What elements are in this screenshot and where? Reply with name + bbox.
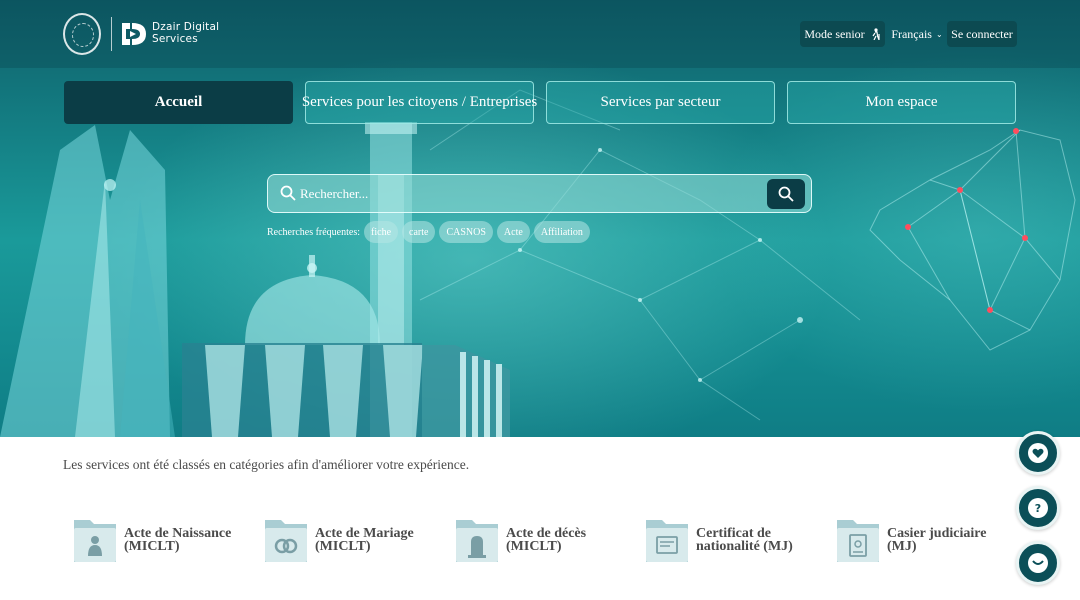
favorites-button[interactable] xyxy=(1016,431,1060,475)
rings-icon xyxy=(265,520,307,562)
document-icon xyxy=(837,520,879,562)
category-title-line2: (MICLT) xyxy=(124,539,180,554)
help-icon: ? xyxy=(1028,498,1048,518)
dzair-logo-icon[interactable] xyxy=(120,19,148,49)
category-title: Casier judiciaire (MJ) xyxy=(887,527,986,554)
search-icon xyxy=(778,186,794,202)
language-label: Français xyxy=(891,26,932,41)
help-button[interactable]: ? xyxy=(1016,486,1060,530)
frequent-searches: Recherches fréquentes: fiche carte CASNO… xyxy=(267,221,594,243)
top-bar: Dzair Digital Services Mode senior Franç… xyxy=(0,0,1080,68)
category-title-line2: (MICLT) xyxy=(315,539,371,554)
search-submit-button[interactable] xyxy=(767,179,805,209)
category-card-casier-judiciaire[interactable]: Casier judiciaire (MJ) xyxy=(835,512,986,572)
baby-icon xyxy=(74,520,116,562)
language-selector[interactable]: Français ⌄ xyxy=(890,21,944,47)
senior-person-icon xyxy=(872,28,880,40)
category-title: Certificat de nationalité (MJ) xyxy=(696,527,793,554)
brand-name[interactable]: Dzair Digital Services xyxy=(152,21,219,45)
state-emblem-icon xyxy=(63,13,101,55)
favorites-icon xyxy=(1028,443,1048,463)
category-title: Acte de décès (MICLT) xyxy=(506,527,586,554)
category-title: Acte de Mariage (MICLT) xyxy=(315,527,414,554)
tab-accueil[interactable]: Accueil xyxy=(64,81,293,124)
search-chip[interactable]: CASNOS xyxy=(439,221,493,243)
category-card-acte-mariage[interactable]: Acte de Mariage (MICLT) xyxy=(263,512,414,572)
chevron-down-icon: ⌄ xyxy=(935,29,943,39)
search-chip[interactable]: carte xyxy=(402,221,436,243)
frequent-searches-label: Recherches fréquentes: xyxy=(267,226,361,238)
tab-services-citoyens[interactable]: Services pour les citoyens / Entreprises xyxy=(301,81,538,124)
brand-divider xyxy=(111,17,112,51)
tab-label: Accueil xyxy=(154,94,203,110)
tab-label: Services pour les citoyens / Entreprises xyxy=(301,94,538,110)
tombstone-icon xyxy=(456,520,498,562)
tab-label: Mon espace xyxy=(865,94,938,110)
search-bar xyxy=(267,174,812,213)
search-chip[interactable]: Acte xyxy=(496,221,530,243)
search-input[interactable] xyxy=(300,182,760,206)
brand-name-line2: Services xyxy=(152,33,198,45)
certificate-icon xyxy=(646,520,688,562)
tab-label: Services par secteur xyxy=(600,94,721,110)
chat-button[interactable] xyxy=(1016,541,1060,585)
search-chip[interactable]: fiche xyxy=(364,221,399,243)
chat-icon xyxy=(1028,553,1048,573)
intro-text: Les services ont été classés en catégori… xyxy=(63,457,470,472)
search-icon xyxy=(280,185,296,201)
category-card-certificat-nationalite[interactable]: Certificat de nationalité (MJ) xyxy=(644,512,793,572)
category-title-line2: nationalité (MJ) xyxy=(696,539,793,554)
login-button[interactable]: Se connecter xyxy=(947,21,1017,47)
senior-mode-button[interactable]: Mode senior xyxy=(800,21,885,47)
category-title-line2: (MICLT) xyxy=(506,539,562,554)
category-title-line2: (MJ) xyxy=(887,539,917,554)
login-label: Se connecter xyxy=(951,26,1013,41)
category-card-acte-naissance[interactable]: Acte de Naissance (MICLT) xyxy=(72,512,231,572)
tab-mon-espace[interactable]: Mon espace xyxy=(787,81,1016,124)
tab-services-secteur[interactable]: Services par secteur xyxy=(546,81,775,124)
senior-mode-label: Mode senior xyxy=(804,26,865,41)
category-card-acte-deces[interactable]: Acte de décès (MICLT) xyxy=(454,512,586,572)
search-chip[interactable]: Affiliation xyxy=(533,221,590,243)
category-title: Acte de Naissance (MICLT) xyxy=(124,527,231,554)
brand-name-line1: Dzair Digital xyxy=(152,21,220,33)
